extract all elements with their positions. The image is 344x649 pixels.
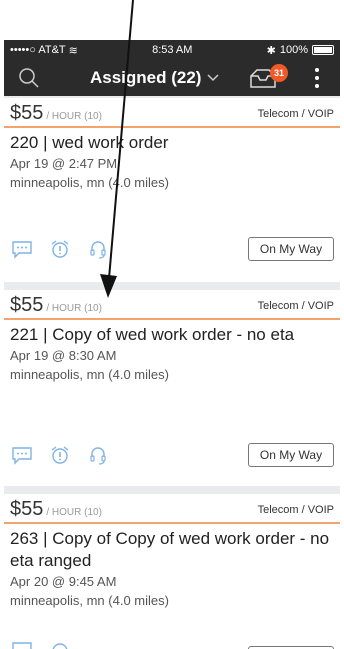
work-order-title: 263 | Copy of Copy of wed work order - n… [10,529,330,570]
location-text: minneapolis, mn (4.0 miles) [10,367,169,382]
alarm-clock-icon[interactable] [48,238,72,260]
location-text: minneapolis, mn (4.0 miles) [10,593,169,608]
carrier-label: •••••○ AT&T [10,44,66,56]
work-order-title: 221 | Copy of wed work order - no eta [10,325,295,344]
category-label: Telecom / VOIP [257,300,334,312]
top-margin [0,0,344,40]
rate-row: $55/ HOUR (10) Telecom / VOIP [4,98,340,124]
action-row: On My Way [4,440,340,470]
alarm-clock-icon[interactable] [48,444,72,466]
work-order-card[interactable]: $55/ HOUR (10) Telecom / VOIP 220 | wed … [4,98,340,282]
inbox-badge: 31 [270,64,288,82]
inbox-button[interactable]: 31 [248,64,288,92]
on-my-way-button[interactable]: On My Way [248,237,334,261]
phone-screen: •••••○ AT&T ≋ 8:53 AM ✱ 100% Assigned (2… [4,40,340,649]
on-my-way-button[interactable]: On My Way [248,443,334,467]
status-filter-dropdown[interactable]: Assigned (22) [90,68,220,88]
work-order-card[interactable]: $55/ HOUR (10) Telecom / VOIP 263 | Copy… [4,494,340,649]
rate-row: $55/ HOUR (10) Telecom / VOIP [4,290,340,316]
price: $55 [10,294,44,316]
status-right: ✱ 100% [267,44,334,57]
more-menu-icon[interactable] [312,68,322,88]
location-text: minneapolis, mn (4.0 miles) [10,175,169,190]
action-row: On My Way [4,234,340,264]
carrier-signal: •••••○ AT&T ≋ [10,44,78,57]
work-order-title: 220 | wed work order [10,133,169,152]
work-order-card[interactable]: $55/ HOUR (10) Telecom / VOIP 221 | Copy… [4,290,340,486]
search-icon[interactable] [18,67,40,94]
wifi-icon: ≋ [68,44,78,57]
alarm-clock-icon[interactable] [48,640,72,649]
action-row [4,640,340,649]
app-header: Assigned (22) 31 [4,60,340,96]
status-bar: •••••○ AT&T ≋ 8:53 AM ✱ 100% [4,40,340,60]
battery-icon [312,45,334,55]
schedule-date: Apr 20 @ 9:45 AM [10,574,117,589]
schedule-date: Apr 19 @ 2:47 PM [10,156,118,171]
headset-icon[interactable] [86,444,110,466]
headset-icon[interactable] [86,238,110,260]
rate-unit: / HOUR (10) [46,111,102,122]
clock: 8:53 AM [152,44,193,56]
message-icon[interactable] [10,238,34,260]
category-label: Telecom / VOIP [257,504,334,516]
page-title: Assigned (22) [90,68,202,87]
battery-label: 100% [279,44,308,56]
category-label: Telecom / VOIP [257,108,334,120]
price: $55 [10,498,44,520]
message-icon[interactable] [10,444,34,466]
bluetooth-icon: ✱ [266,44,276,57]
message-icon[interactable] [10,640,34,649]
price: $55 [10,102,44,124]
rate-unit: / HOUR (10) [46,303,102,314]
chevron-down-icon [207,74,220,82]
rate-row: $55/ HOUR (10) Telecom / VOIP [4,494,340,520]
schedule-date: Apr 19 @ 8:30 AM [10,348,117,363]
rate-unit: / HOUR (10) [46,507,102,518]
